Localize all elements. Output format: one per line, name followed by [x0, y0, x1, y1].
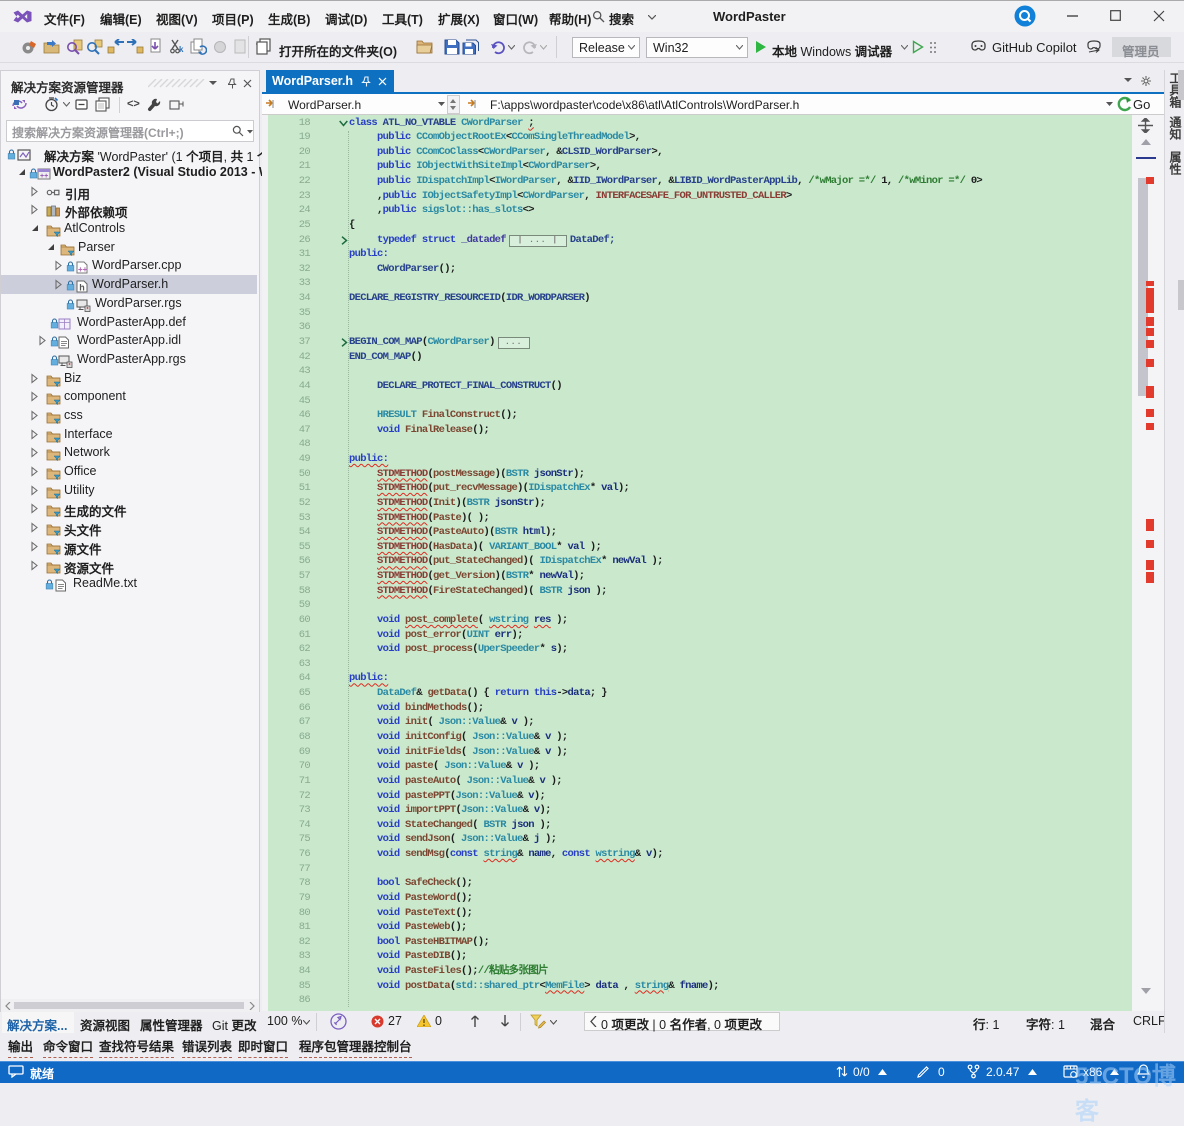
svg-text:k: k	[179, 45, 184, 54]
svg-text:h: h	[79, 283, 85, 293]
svg-text:++: ++	[78, 265, 88, 274]
svg-text:++: ++	[40, 173, 48, 180]
